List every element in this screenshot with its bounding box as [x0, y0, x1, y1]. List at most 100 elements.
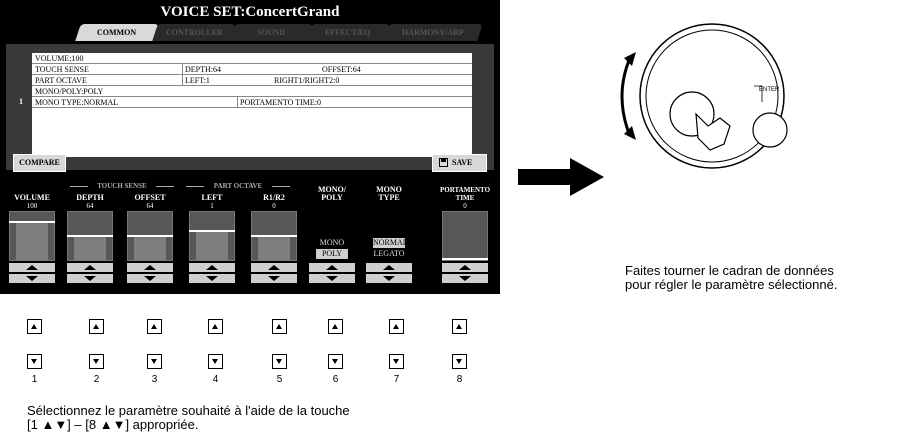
param-value: 0 — [272, 202, 276, 210]
down-arrow-button[interactable] — [366, 274, 412, 283]
button-6-down[interactable] — [328, 354, 343, 369]
row-part-octave: PART OCTAVE — [32, 75, 182, 86]
save-button[interactable]: SAVE — [432, 154, 487, 172]
table-divider — [182, 64, 183, 86]
up-arrow-button[interactable] — [251, 263, 297, 272]
data-dial-icon — [620, 23, 788, 169]
button-3-down[interactable] — [147, 354, 162, 369]
param-mono-poly[interactable]: MONO/ POLY MONO POLY — [304, 186, 360, 283]
down-arrow-button[interactable] — [67, 274, 113, 283]
offset-slider[interactable] — [127, 211, 173, 261]
down-arrow-button[interactable] — [189, 274, 235, 283]
button-1-down[interactable] — [27, 354, 42, 369]
down-arrow-button[interactable] — [9, 274, 55, 283]
screen-title: VOICE SET:ConcertGrand — [160, 4, 340, 20]
volume-slider[interactable] — [9, 211, 55, 261]
down-arrow-button[interactable] — [127, 274, 173, 283]
param-left[interactable]: LEFT 1 — [184, 186, 240, 283]
button-number-label: 5 — [276, 374, 283, 385]
up-arrow-button[interactable] — [366, 263, 412, 272]
r1-r2-slider[interactable] — [251, 211, 297, 261]
param-label: MONO/ POLY — [318, 185, 346, 202]
param-value: 0 — [463, 202, 467, 210]
save-icon — [439, 158, 448, 167]
row-mono-poly: MONO/POLY:POLY — [32, 86, 472, 97]
param-label: R1/R2 — [263, 193, 285, 202]
button-number-label: 4 — [212, 374, 219, 385]
button-7-up[interactable] — [389, 319, 404, 334]
button-1-up[interactable] — [27, 319, 42, 334]
param-volume[interactable]: VOLUME 100 — [4, 186, 60, 283]
option-poly[interactable]: POLY — [316, 249, 348, 259]
button-7-down[interactable] — [389, 354, 404, 369]
option-legato[interactable]: LEGATO — [373, 249, 405, 259]
up-arrow-button[interactable] — [442, 263, 488, 272]
button-number-label: 6 — [332, 374, 339, 385]
cell-offset: OFFSET:64 — [282, 64, 472, 75]
cell-portamento: PORTAMENTO TIME:0 — [237, 97, 472, 108]
param-value: 64 — [86, 202, 94, 210]
depth-slider[interactable] — [67, 211, 113, 261]
compare-button[interactable]: COMPARE — [13, 154, 66, 172]
row-touch-sense: TOUCH SENSE — [32, 64, 182, 75]
mono-poly-selector[interactable]: MONO POLY — [309, 211, 355, 261]
right-arrow-icon — [518, 158, 604, 196]
parameter-table-area: 1 VOLUME:100 TOUCH SENSE DEPTH:64 OFFSET… — [6, 44, 494, 170]
button-number-label: 1 — [31, 374, 38, 385]
down-arrow-button[interactable] — [251, 274, 297, 283]
param-value: 1 — [210, 202, 214, 210]
button-number-label: 7 — [393, 374, 400, 385]
param-label: OFFSET — [134, 193, 166, 202]
tab-sound[interactable]: SOUND — [229, 24, 313, 41]
portamento-time-slider[interactable] — [442, 211, 488, 261]
param-r1-r2[interactable]: R1/R2 0 — [246, 186, 302, 283]
row-volume: VOLUME:100 — [32, 53, 472, 64]
param-depth[interactable]: DEPTH 64 — [62, 186, 118, 283]
button-number-label: 3 — [151, 374, 158, 385]
tab-controller[interactable]: CONTROLLER — [152, 24, 236, 41]
param-offset[interactable]: OFFSET 64 — [122, 186, 178, 283]
up-arrow-button[interactable] — [309, 263, 355, 272]
dial-caption: Faites tourner le cadran de données pour… — [625, 264, 837, 292]
button-5-down[interactable] — [272, 354, 287, 369]
param-value: 100 — [26, 202, 38, 210]
button-6-up[interactable] — [328, 319, 343, 334]
up-arrow-button[interactable] — [189, 263, 235, 272]
select-caption-line1: Sélectionnez le paramètre souhaité à l'a… — [27, 403, 350, 418]
button-8-down[interactable] — [452, 354, 467, 369]
up-arrow-button[interactable] — [9, 263, 55, 272]
table-divider — [237, 97, 238, 108]
row-mono-type: MONO TYPE:NORMAL — [32, 97, 237, 108]
button-2-down[interactable] — [89, 354, 104, 369]
option-normal[interactable]: NORMAL — [373, 238, 408, 248]
select-caption-line2: [1 ▲▼] – [8 ▲▼] appropriée. — [27, 417, 199, 432]
button-5-up[interactable] — [272, 319, 287, 334]
up-arrow-button[interactable] — [127, 263, 173, 272]
param-label: LEFT — [201, 193, 223, 202]
left-slider[interactable] — [189, 211, 235, 261]
down-arrow-button[interactable] — [309, 274, 355, 283]
param-portamento-time[interactable]: PORTAMENTO TIME 0 — [434, 186, 496, 283]
tab-effect-eq[interactable]: EFFECT/EQ — [306, 24, 390, 41]
button-number-label: 2 — [93, 374, 100, 385]
tab-harmony-arp[interactable]: HARMONY/ARP — [383, 24, 483, 41]
param-value-spacer — [361, 202, 417, 211]
button-4-up[interactable] — [208, 319, 223, 334]
param-label: MONO TYPE — [376, 185, 402, 202]
cell-left: LEFT:1 — [182, 75, 262, 86]
button-3-up[interactable] — [147, 319, 162, 334]
button-4-down[interactable] — [208, 354, 223, 369]
param-value: 64 — [146, 202, 154, 210]
button-8-up[interactable] — [452, 319, 467, 334]
tab-common[interactable]: COMMON — [75, 24, 159, 41]
mono-type-selector[interactable]: NORMAL LEGATO — [366, 211, 412, 261]
param-value-spacer — [304, 202, 360, 211]
lcd-screen: VOICE SET:ConcertGrand COMMON CONTROLLER… — [0, 0, 500, 294]
param-mono-type[interactable]: MONO TYPE NORMAL LEGATO — [361, 186, 417, 283]
button-2-up[interactable] — [89, 319, 104, 334]
up-arrow-button[interactable] — [67, 263, 113, 272]
dial-caption-line2: pour régler le paramètre sélectionné. — [625, 277, 838, 292]
param-label: PORTAMENTO TIME — [439, 186, 491, 202]
down-arrow-button[interactable] — [442, 274, 488, 283]
option-mono[interactable]: MONO — [316, 238, 348, 248]
